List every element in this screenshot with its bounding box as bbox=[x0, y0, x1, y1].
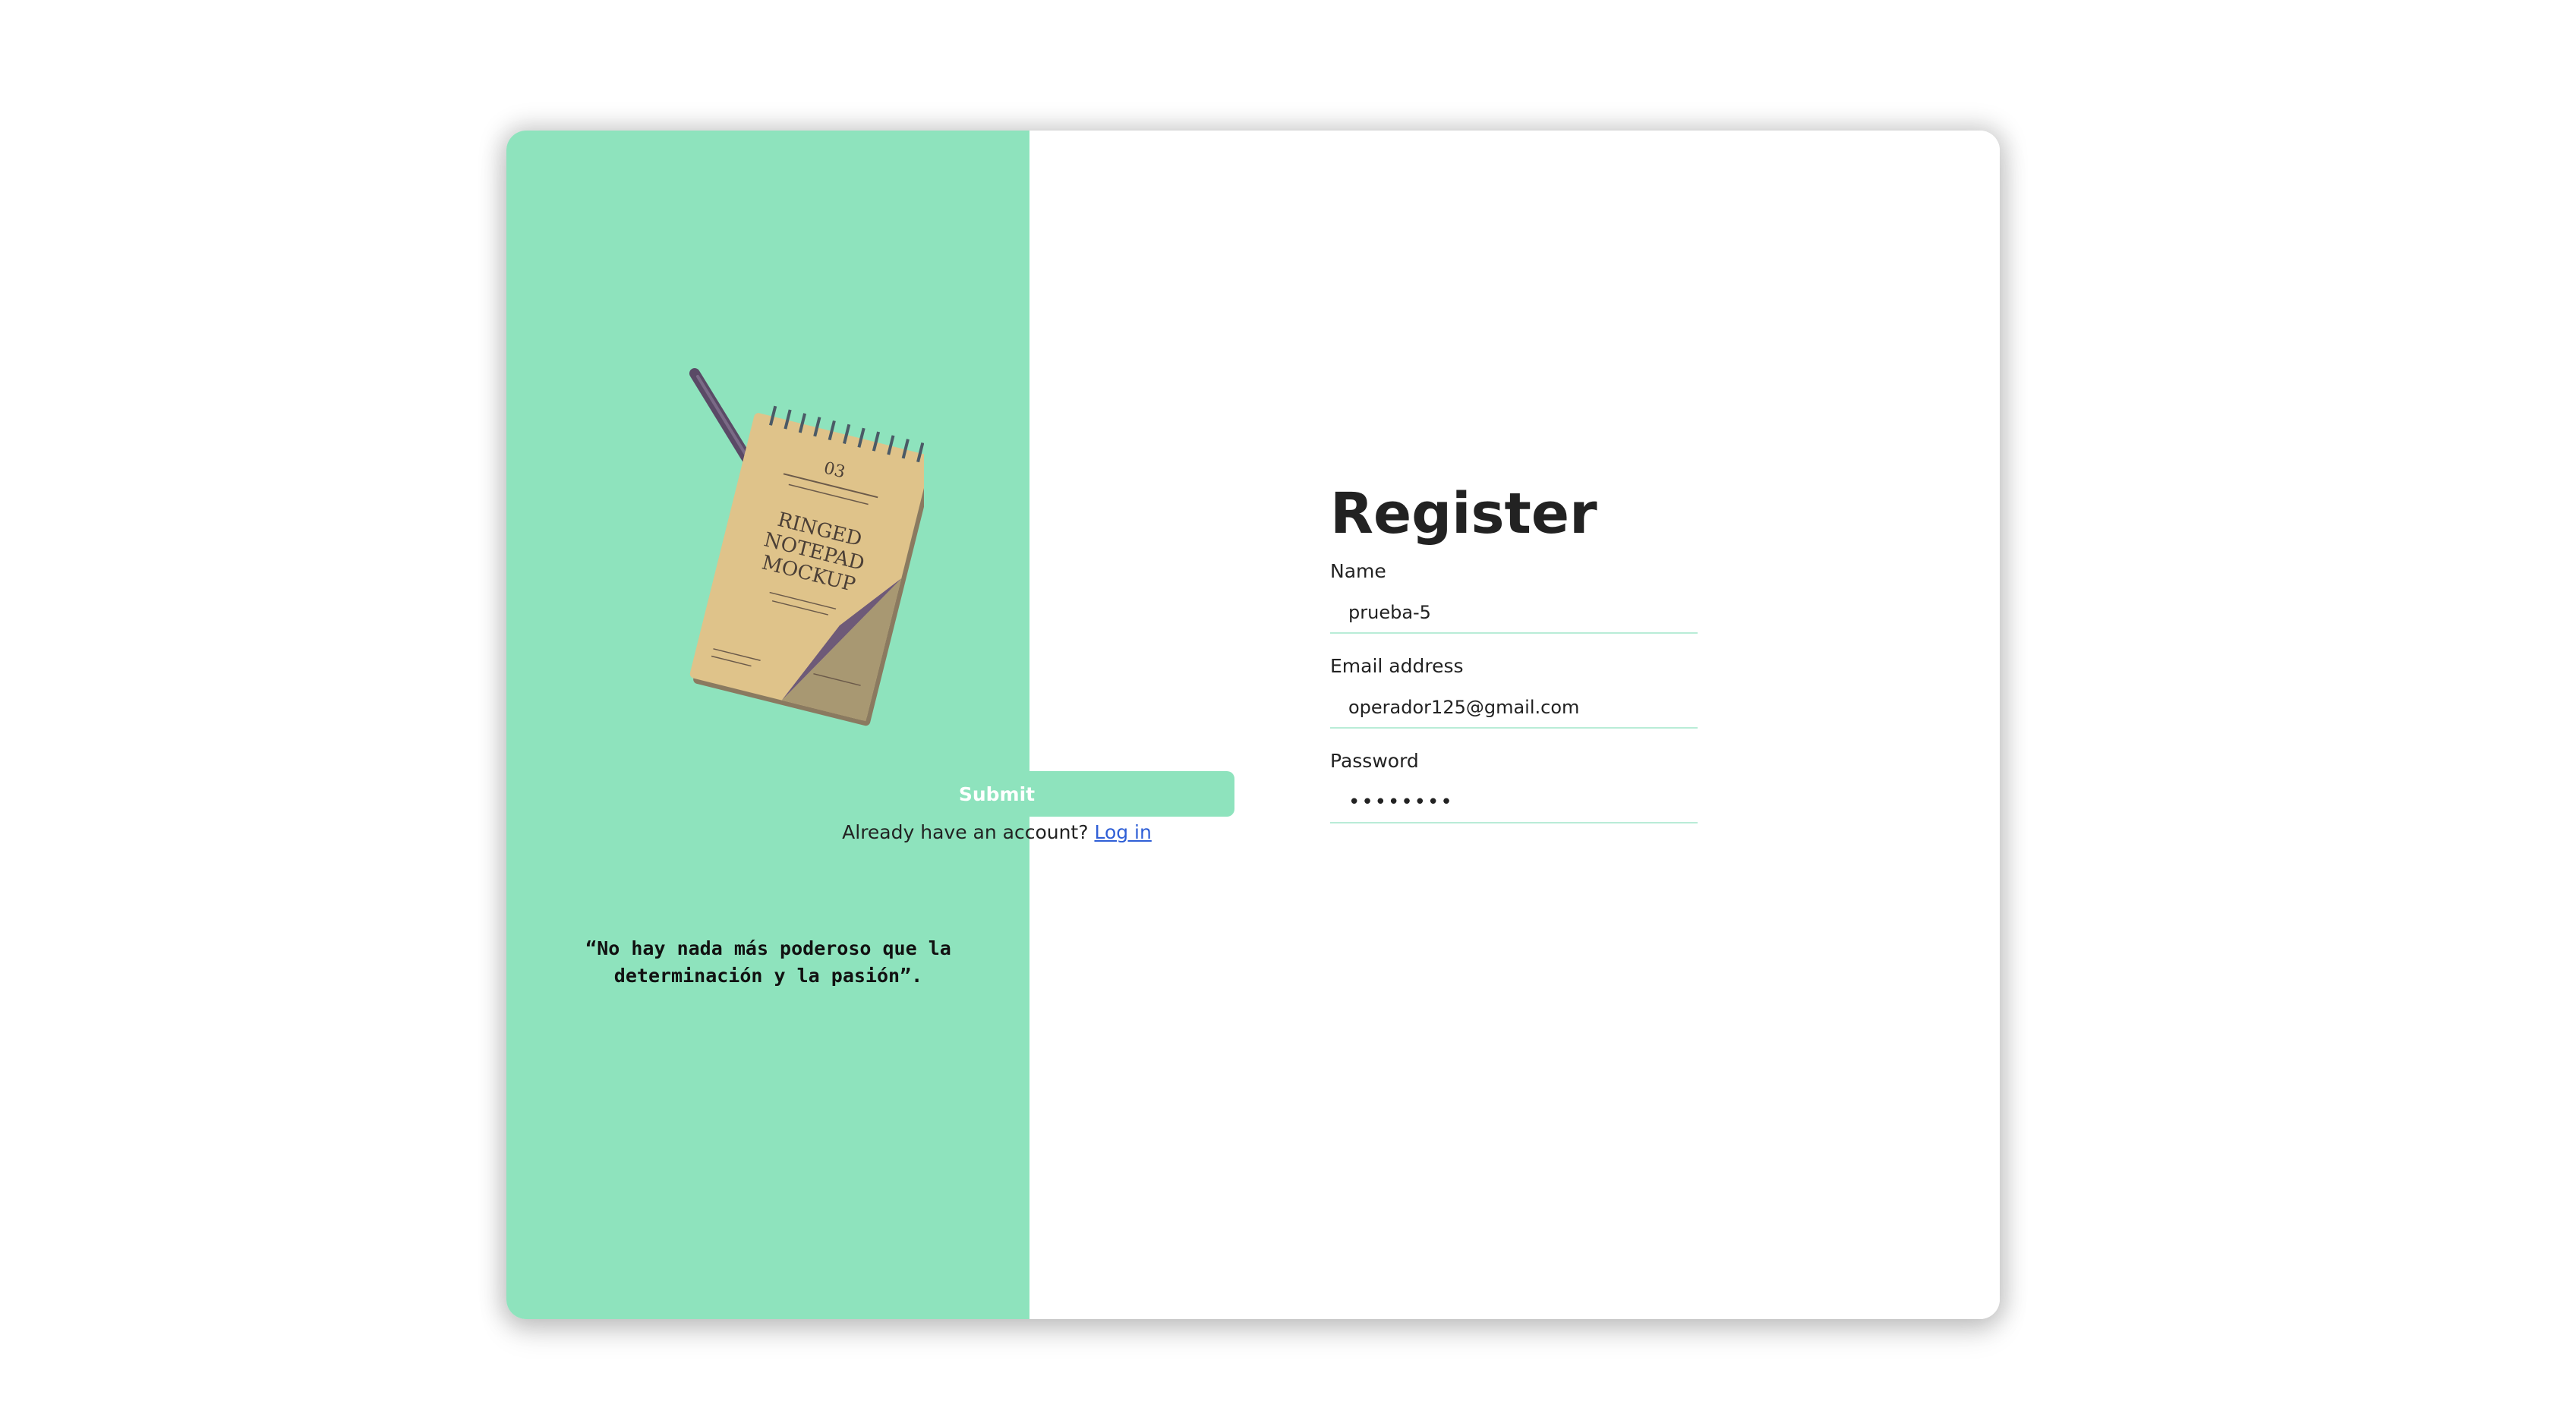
password-label: Password bbox=[1330, 750, 1419, 772]
notepad-icon: 03 RINGED NOTEPAD MOCKUP bbox=[689, 405, 924, 726]
name-label: Name bbox=[1330, 560, 1386, 582]
password-input[interactable] bbox=[1330, 782, 1698, 823]
illustration-panel: 03 RINGED NOTEPAD MOCKUP “No hay nada má… bbox=[506, 131, 1029, 1319]
quote-text: “No hay nada más poderoso que la determi… bbox=[585, 937, 951, 987]
register-form: Register Name Email address Password bbox=[1330, 480, 1702, 845]
name-input[interactable] bbox=[1330, 593, 1698, 634]
email-label: Email address bbox=[1330, 655, 1464, 677]
form-panel: Register Name Email address Password bbox=[1029, 131, 2000, 1319]
submit-button[interactable]: Submit bbox=[759, 771, 1234, 817]
page-title: Register bbox=[1330, 481, 1597, 546]
email-input[interactable] bbox=[1330, 688, 1698, 729]
notepad-illustration: 03 RINGED NOTEPAD MOCKUP bbox=[689, 368, 924, 726]
login-link[interactable]: Log in bbox=[1094, 821, 1151, 843]
login-prompt-text: Already have an account? bbox=[842, 821, 1089, 843]
login-prompt-row: Already have an account? Log in bbox=[759, 821, 1234, 843]
register-card: 03 RINGED NOTEPAD MOCKUP “No hay nada má… bbox=[506, 131, 2000, 1319]
